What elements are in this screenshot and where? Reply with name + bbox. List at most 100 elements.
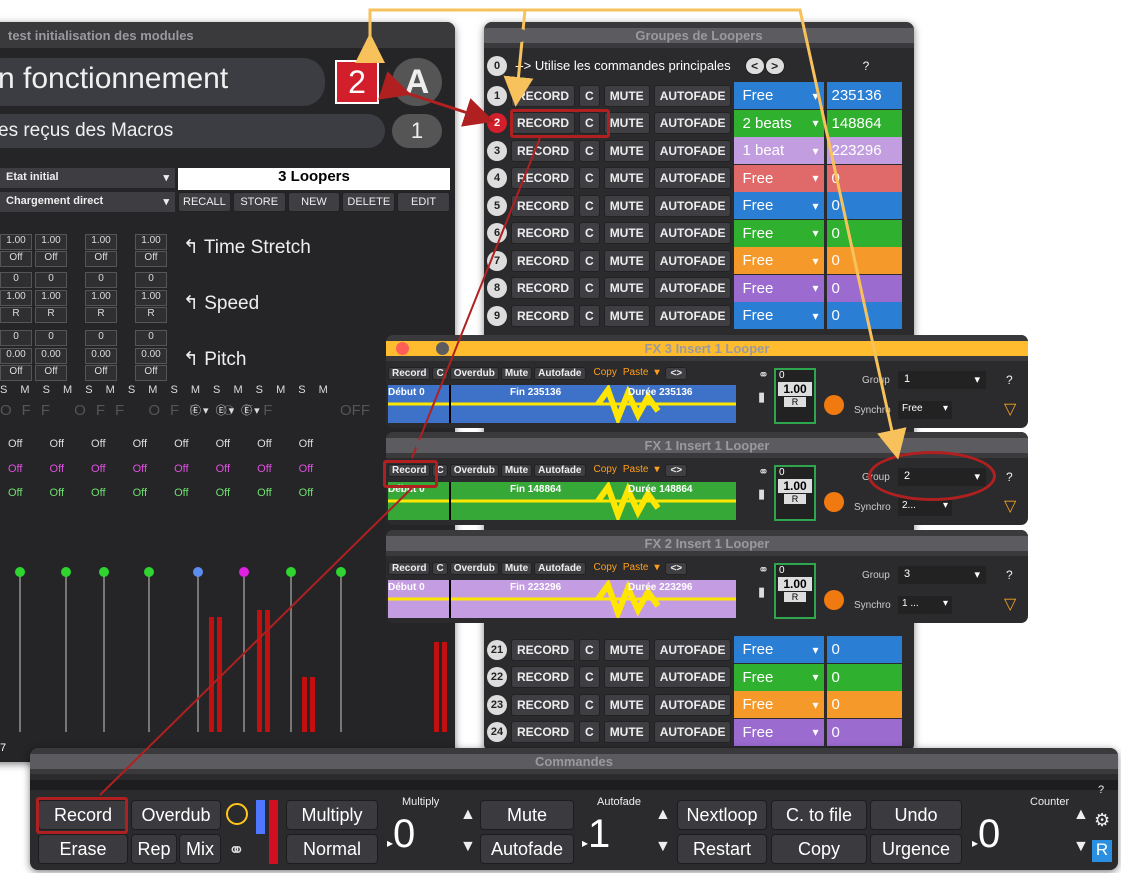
next-icon[interactable]: > — [764, 56, 785, 75]
link-icon[interactable]: ⚭ — [228, 838, 245, 863]
normal-button[interactable]: Normal — [286, 834, 378, 864]
row-autofade-button[interactable]: AUTOFADE — [653, 112, 732, 134]
fx-synchro-select[interactable]: Free ▾ — [898, 401, 952, 419]
reel-icon[interactable] — [824, 492, 844, 512]
commandes-titlebar[interactable]: Commandes — [30, 748, 1118, 774]
fx-speed-mode[interactable]: 0 — [776, 370, 814, 381]
urgence-button[interactable]: Urgence — [870, 834, 962, 864]
fx-copy-link[interactable]: Copy — [594, 367, 617, 380]
mode-a-badge[interactable]: A — [392, 58, 442, 106]
fx-speed-mode[interactable]: 0 — [776, 467, 814, 478]
row-mute-button[interactable]: MUTE — [603, 638, 650, 661]
reset-icon[interactable]: ↰ — [183, 293, 199, 314]
fx-titlebar[interactable]: FX 2 Insert 1 Looper — [386, 530, 1028, 556]
row-record-button[interactable]: RECORD — [511, 721, 576, 743]
stretch-toggle-1[interactable]: Off — [0, 251, 32, 267]
triangle-down-icon[interactable]: ▽ — [1004, 496, 1016, 516]
speed-mode-2[interactable]: 0 — [35, 272, 67, 288]
fx-speed-value[interactable]: 1.00 — [778, 577, 812, 591]
off-row-3[interactable]: Off Off Off Off Off Off Off Off — [8, 487, 313, 499]
delete-button[interactable]: DELETE — [342, 192, 396, 212]
row-autofade-button[interactable]: AUTOFADE — [653, 84, 732, 107]
fader-knob-3[interactable] — [99, 567, 109, 577]
pitch-value-1[interactable]: 0.00 — [0, 348, 32, 364]
triangle-down-icon[interactable]: ▽ — [1004, 594, 1016, 614]
link-icon[interactable]: ⚭ — [758, 464, 769, 480]
window-controls[interactable] — [396, 536, 449, 550]
triangle-down-icon[interactable]: ▽ — [1004, 399, 1016, 419]
multiply-up-icon[interactable]: ▲ — [460, 806, 476, 824]
counter-down-icon[interactable]: ▼ — [1073, 838, 1089, 856]
row-autofade-button[interactable]: AUTOFADE — [653, 249, 732, 272]
stretch-value-1[interactable]: 1.00 — [0, 234, 32, 250]
fx-overdub-button[interactable]: Overdub — [449, 367, 499, 380]
fx-copy-link[interactable]: Copy — [594, 562, 617, 575]
row-clear-button[interactable]: C — [579, 693, 600, 716]
fx-waveform[interactable]: Début 0 Fin 148864 Durée 148864 — [388, 480, 736, 524]
row-sync-select[interactable]: Free — [734, 192, 825, 219]
fx-nav-button[interactable]: <> — [665, 562, 688, 575]
pitch-toggle-4[interactable]: Off — [135, 365, 167, 381]
link-icon[interactable]: ⚭ — [758, 367, 769, 383]
stretch-toggle-4[interactable]: Off — [135, 251, 167, 267]
pitch-toggle-2[interactable]: Off — [35, 365, 67, 381]
fx-nav-button[interactable]: <> — [665, 367, 688, 380]
prev-icon[interactable]: < — [744, 56, 765, 75]
chevron-down-icon[interactable]: ▾ — [654, 464, 659, 477]
autofade-counter[interactable]: ▸1 — [582, 812, 610, 857]
fx-mute-button[interactable]: Mute — [500, 464, 533, 477]
row-autofade-button[interactable]: AUTOFADE — [653, 666, 732, 688]
fader-knob-7[interactable] — [286, 567, 296, 577]
counter-up-icon[interactable]: ▲ — [1073, 806, 1089, 824]
row-mute-button[interactable]: MUTE — [603, 112, 650, 134]
pitch-mode-3[interactable]: 0 — [85, 330, 117, 346]
fx-speed-value[interactable]: 1.00 — [778, 382, 812, 396]
recall-button[interactable]: RECALL — [178, 192, 231, 212]
fx-copy-link[interactable]: Copy — [594, 464, 617, 477]
speed-r-2[interactable]: R — [35, 307, 67, 323]
fx-synchro-select[interactable]: 1 ... ▾ — [898, 596, 952, 614]
row-mute-button[interactable]: MUTE — [603, 277, 650, 299]
fader-knob-5[interactable] — [193, 567, 203, 577]
row-autofade-button[interactable]: AUTOFADE — [653, 167, 732, 189]
row-autofade-button[interactable]: AUTOFADE — [653, 139, 732, 162]
row-autofade-button[interactable]: AUTOFADE — [653, 304, 732, 327]
new-button[interactable]: NEW — [287, 192, 341, 212]
row-autofade-button[interactable]: AUTOFADE — [653, 721, 732, 743]
pitch-toggle-1[interactable]: Off — [0, 365, 32, 381]
row-record-button[interactable]: RECORD — [511, 666, 576, 688]
row-record-button[interactable]: RECORD — [511, 693, 576, 716]
chevron-down-icon[interactable]: ▾ — [654, 367, 659, 380]
gear-icon[interactable]: ⚙ — [1094, 810, 1110, 831]
row-sync-select[interactable]: Free — [734, 274, 825, 302]
row-clear-button[interactable]: C — [579, 194, 600, 217]
row-record-button[interactable]: RECORD — [511, 167, 576, 189]
row-mute-button[interactable]: MUTE — [603, 666, 650, 688]
speaker-icon[interactable]: ▮ — [758, 584, 765, 600]
speed-r-3[interactable]: R — [85, 307, 117, 323]
fx-group-select[interactable]: 1 ▾ — [898, 371, 986, 389]
row-clear-button[interactable]: C — [579, 721, 600, 743]
multiply-button[interactable]: Multiply — [286, 800, 378, 830]
help-icon[interactable]: ? — [1006, 470, 1013, 484]
fx-speed-box[interactable]: 0 1.00 R — [774, 563, 816, 619]
multiply-down-icon[interactable]: ▼ — [460, 838, 476, 856]
row-sync-select[interactable]: Free — [734, 219, 825, 247]
row-record-button[interactable]: RECORD — [511, 194, 576, 217]
row-clear-button[interactable]: C — [579, 304, 600, 327]
window-controls[interactable] — [396, 341, 449, 355]
groups-titlebar[interactable]: Groupes de Loopers — [484, 22, 914, 48]
row-clear-button[interactable]: C — [579, 638, 600, 661]
stretch-value-4[interactable]: 1.00 — [135, 234, 167, 250]
copy-to-file-button[interactable]: C. to file — [771, 800, 867, 830]
mix-button[interactable]: Mix — [179, 834, 221, 864]
solo-mute-row[interactable]: S M S M S M S M S M S M S M S M — [0, 384, 333, 396]
speed-mode-4[interactable]: 0 — [135, 272, 167, 288]
row-autofade-button[interactable]: AUTOFADE — [653, 277, 732, 299]
help-icon[interactable]: ? — [1006, 373, 1013, 387]
fx-clear-button[interactable]: C — [432, 367, 448, 380]
overdub-button[interactable]: Overdub — [131, 800, 221, 830]
row-sync-select[interactable]: 2 beats — [734, 109, 825, 137]
fx-record-button[interactable]: Record — [388, 562, 431, 575]
fx-paste-link[interactable]: Paste — [623, 464, 649, 477]
